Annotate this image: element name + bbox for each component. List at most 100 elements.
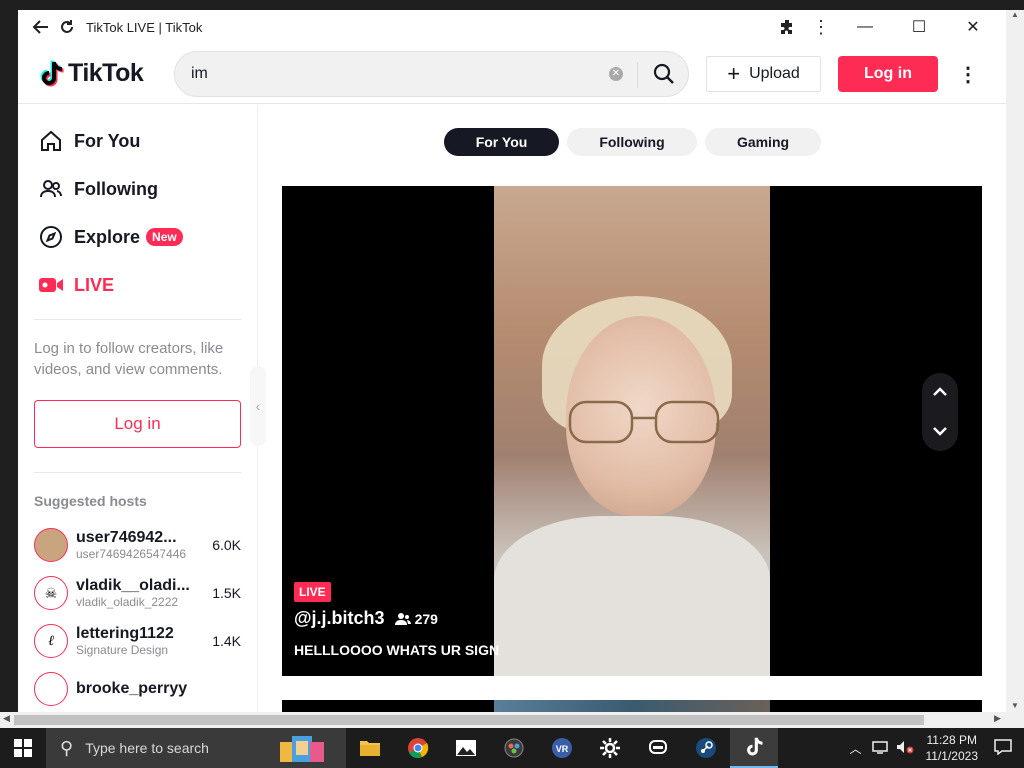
close-button[interactable]: ✕	[950, 10, 996, 44]
tiktok-taskbar-icon[interactable]	[730, 728, 778, 768]
tiktok-logo[interactable]: TikTok	[38, 59, 168, 88]
extensions-icon[interactable]	[774, 14, 800, 40]
host-viewer-count: 1.5K	[212, 585, 241, 601]
feed-navigation	[922, 373, 958, 451]
live-video-frame	[494, 186, 770, 676]
live-badge: LIVE	[294, 582, 331, 602]
stream-title: HELLLOOOO WHATS UR SIGN	[294, 642, 500, 658]
host-item[interactable]: brooke_perryy	[18, 665, 257, 712]
nav-live[interactable]: LIVE	[18, 261, 257, 309]
minimize-button[interactable]: —	[842, 10, 888, 44]
nav-following[interactable]: Following	[18, 165, 257, 213]
users-icon	[38, 176, 64, 202]
more-options-icon[interactable]: ⋮	[956, 60, 980, 88]
new-badge: New	[146, 228, 183, 246]
streamer-info[interactable]: @j.j.bitch3 279	[294, 608, 438, 629]
volume-muted-icon[interactable]	[896, 740, 914, 757]
host-subtitle: Signature Design	[76, 643, 169, 657]
compass-icon	[38, 224, 64, 250]
search-highlight-icon	[280, 736, 324, 762]
clock[interactable]: 11:28 PM 11/1/2023	[926, 732, 979, 764]
host-name: lettering1122	[76, 625, 174, 642]
tab-following[interactable]: Following	[567, 128, 697, 156]
video-content	[494, 700, 770, 712]
taskbar-search[interactable]: ⚲ Type here to search	[46, 728, 346, 768]
photos-icon[interactable]	[442, 728, 490, 768]
streamer-username[interactable]: @j.j.bitch3	[294, 608, 385, 629]
upload-button[interactable]: + Upload	[706, 56, 821, 92]
host-name: user746942...	[76, 529, 177, 546]
avatar	[34, 528, 68, 562]
horizontal-scrollbar[interactable]: ◀ ▶	[0, 712, 1024, 728]
plus-icon: +	[727, 61, 741, 86]
host-item[interactable]: ☠ vladik__oladi... vladik_oladik_2222 1.…	[18, 569, 257, 617]
host-subtitle: user7469426547446	[76, 547, 187, 561]
browser-window: TikTok LIVE | TikTok ⋮ — ☐ ✕ TikTok ✕	[18, 10, 1006, 712]
scroll-up-arrow-icon[interactable]: ▲	[1006, 10, 1024, 19]
system-tray: ︿ 11:28 PM 11/1/2023	[843, 728, 1024, 768]
live-video-player[interactable]: LIVE @j.j.bitch3 279 HELLLOOOO WHATS UR …	[282, 186, 982, 676]
nav-explore-label: Explore	[74, 226, 141, 247]
next-live-video-player[interactable]	[282, 700, 982, 712]
settings-gear-icon[interactable]	[586, 728, 634, 768]
host-item[interactable]: ℓ lettering1122 Signature Design 1.4K	[18, 617, 257, 665]
chevron-up-icon[interactable]	[932, 382, 948, 403]
vertical-scrollbar[interactable]: ▲ ▼	[1006, 10, 1024, 712]
tab-for-you[interactable]: For You	[444, 128, 559, 156]
chrome-icon[interactable]	[394, 728, 442, 768]
steam-icon[interactable]	[682, 728, 730, 768]
title-bar: TikTok LIVE | TikTok ⋮ — ☐ ✕	[18, 10, 1006, 44]
tab-gaming[interactable]: Gaming	[705, 128, 821, 156]
viewers-icon	[394, 612, 411, 625]
host-viewer-count: 6.0K	[212, 537, 241, 553]
chevron-down-icon[interactable]	[932, 421, 948, 442]
taskbar-search-placeholder: Type here to search	[85, 740, 209, 756]
vr-app-icon[interactable]: VR	[538, 728, 586, 768]
menu-kebab-icon[interactable]: ⋮	[808, 14, 834, 40]
home-icon	[38, 128, 64, 154]
search-icon: ⚲	[60, 737, 74, 758]
chevron-up-icon[interactable]: ︿	[849, 740, 861, 757]
host-item[interactable]: user746942... user7469426547446 6.0K	[18, 521, 257, 569]
nav-live-label: LIVE	[74, 274, 115, 295]
scrollbar-thumb[interactable]	[14, 715, 924, 725]
back-icon[interactable]	[28, 14, 54, 40]
davinci-resolve-icon[interactable]	[490, 728, 538, 768]
sidebar-divider	[34, 319, 241, 320]
live-camera-icon	[38, 272, 64, 298]
clear-search-icon[interactable]: ✕	[609, 67, 623, 81]
search-button[interactable]	[638, 52, 690, 96]
nav-following-label: Following	[74, 178, 158, 199]
network-icon[interactable]	[871, 740, 888, 757]
login-prompt-text: Log in to follow creators, like videos, …	[34, 340, 224, 378]
window-title: TikTok LIVE | TikTok	[86, 19, 203, 35]
scroll-left-arrow-icon[interactable]: ◀	[3, 713, 10, 724]
file-explorer-icon[interactable]	[346, 728, 394, 768]
video-content	[494, 516, 770, 676]
reload-icon[interactable]	[54, 14, 80, 40]
live-tabs: For You Following Gaming	[444, 128, 821, 156]
sidebar-login-button[interactable]: Log in	[34, 400, 241, 448]
scroll-right-arrow-icon[interactable]: ▶	[994, 713, 1001, 724]
host-name: brooke_perryy	[76, 680, 188, 697]
clock-date: 11/1/2023	[925, 749, 979, 763]
video-content	[568, 400, 720, 444]
notifications-icon[interactable]	[994, 738, 1012, 758]
game-controller-icon[interactable]	[634, 728, 682, 768]
header-login-button[interactable]: Log in	[838, 56, 938, 92]
scroll-down-arrow-icon[interactable]: ▼	[1006, 701, 1024, 710]
host-name: vladik__oladi...	[76, 577, 190, 594]
nav-for-you[interactable]: For You	[18, 117, 257, 165]
svg-text:VR: VR	[556, 744, 569, 754]
search-bar[interactable]: ✕	[174, 51, 689, 97]
maximize-button[interactable]: ☐	[896, 10, 942, 44]
taskbar: ⚲ Type here to search VR ︿ 11:28 PM 11/1…	[0, 728, 1024, 768]
viewer-count-value: 279	[414, 610, 438, 627]
search-input[interactable]	[191, 65, 591, 83]
nav-explore[interactable]: Explore New	[18, 213, 257, 261]
windows-start-icon[interactable]	[0, 728, 46, 768]
search-icon	[653, 63, 674, 84]
upload-label: Upload	[749, 65, 800, 82]
site-header: TikTok ✕ + Upload Log in ⋮	[18, 44, 1006, 104]
avatar: ℓ	[34, 624, 68, 658]
